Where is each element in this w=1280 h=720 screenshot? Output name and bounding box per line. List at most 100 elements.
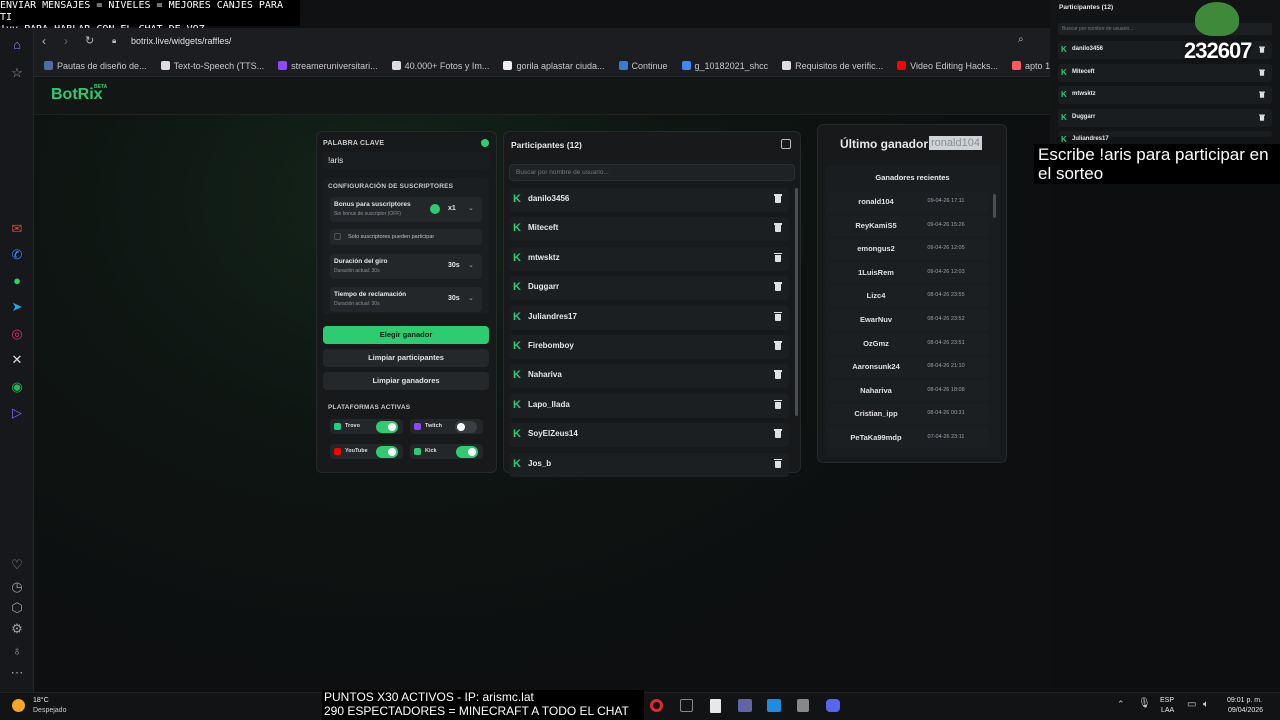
bonus-info-icon[interactable] bbox=[430, 204, 440, 214]
platform-toggle[interactable] bbox=[456, 446, 478, 458]
forward-icon[interactable]: › bbox=[64, 34, 68, 48]
spotify-icon[interactable]: ◉ bbox=[8, 378, 26, 396]
gmail-icon[interactable]: ✉ bbox=[8, 220, 26, 238]
teams-icon[interactable] bbox=[738, 699, 752, 712]
bookmark-item[interactable]: gorila aplastar ciuda... bbox=[503, 61, 605, 71]
monitor-icon[interactable]: ▭ bbox=[1187, 699, 1196, 710]
keyword-input[interactable]: !aris bbox=[323, 152, 489, 169]
platform-toggle[interactable] bbox=[455, 421, 477, 433]
chevron-down-icon[interactable]: ⌄ bbox=[468, 261, 474, 269]
info-icon[interactable] bbox=[481, 139, 489, 147]
platform-toggle[interactable] bbox=[376, 446, 398, 458]
participant-row[interactable]: K Nahariva bbox=[509, 364, 789, 389]
winners-scrollbar[interactable] bbox=[993, 190, 997, 450]
star-icon[interactable]: ☆ bbox=[8, 64, 26, 82]
trash-icon[interactable] bbox=[774, 311, 782, 322]
whatsapp-icon[interactable]: ● bbox=[8, 272, 26, 290]
participants-scrollbar[interactable] bbox=[794, 184, 799, 473]
clear-winners-button[interactable]: Limpiar ganadores bbox=[323, 372, 489, 390]
trash-icon[interactable] bbox=[774, 458, 782, 469]
participant-search-input[interactable]: Buscar por nombre de usuario... bbox=[509, 164, 795, 181]
chevron-down-icon[interactable]: ⌄ bbox=[468, 294, 474, 302]
heart-icon[interactable]: ♡ bbox=[8, 556, 26, 574]
notepad-icon[interactable] bbox=[710, 699, 721, 713]
home-icon[interactable]: ⌂ bbox=[8, 36, 26, 54]
weather-icon[interactable] bbox=[12, 699, 25, 712]
mini-participant-row[interactable]: K Juliandres17 bbox=[1058, 131, 1272, 144]
bookmark-item[interactable]: 40.000+ Fotos y Im... bbox=[391, 61, 489, 71]
spin-select[interactable]: 30s bbox=[448, 262, 460, 269]
trash-icon[interactable] bbox=[774, 429, 782, 439]
lang-code[interactable]: ESP bbox=[1160, 697, 1174, 704]
lang-layout[interactable]: LAA bbox=[1161, 707, 1174, 714]
settings-icon[interactable]: ⚙ bbox=[8, 620, 26, 638]
bulb-icon[interactable]: ♁ bbox=[8, 642, 26, 660]
trash-icon[interactable] bbox=[774, 223, 782, 233]
trash-icon[interactable] bbox=[774, 370, 782, 380]
only-subs-checkbox[interactable] bbox=[334, 233, 341, 240]
box-icon[interactable]: ⬡ bbox=[8, 599, 26, 617]
calculator-icon[interactable] bbox=[680, 699, 693, 712]
more-icon[interactable]: ⋯ bbox=[8, 664, 26, 682]
only-subs-row[interactable]: Solo suscriptores pueden participar bbox=[330, 229, 482, 245]
store-icon[interactable] bbox=[767, 699, 781, 712]
trash-icon[interactable] bbox=[774, 282, 782, 292]
participant-row[interactable]: K Duggarr bbox=[509, 276, 789, 301]
mini-participant-row[interactable]: Kmtwsktz bbox=[1058, 86, 1272, 104]
participant-row[interactable]: K Jos_b bbox=[509, 452, 789, 477]
search-icon[interactable]: ⌕ bbox=[1018, 34, 1024, 45]
bookmark-item[interactable]: Text-to-Speech (TTS... bbox=[160, 61, 264, 71]
clock-time[interactable]: 09:01 p. m. bbox=[1227, 697, 1262, 704]
participant-row[interactable]: K Lapo_llada bbox=[509, 393, 789, 418]
telegram-icon[interactable]: ➤ bbox=[8, 298, 26, 316]
trash-icon[interactable] bbox=[1259, 69, 1265, 76]
bookmark-item[interactable]: streameruniversitari... bbox=[278, 61, 378, 71]
participant-row[interactable]: K Firebomboy bbox=[509, 335, 789, 359]
trash-icon[interactable] bbox=[1259, 91, 1265, 99]
trash-icon[interactable] bbox=[1259, 46, 1265, 54]
bonus-select[interactable]: x1 bbox=[448, 205, 456, 212]
bookmark-item[interactable]: Continue bbox=[618, 61, 668, 71]
participant-row[interactable]: K Juliandres17 bbox=[509, 305, 789, 330]
player-icon[interactable]: ▷ bbox=[8, 404, 26, 422]
bookmark-item[interactable]: apto 1 bbox=[1012, 61, 1050, 71]
trash-icon[interactable] bbox=[774, 399, 782, 410]
url-field[interactable]: botrix.live/widgets/raffles/ bbox=[131, 36, 231, 46]
choose-winner-button[interactable]: Elegir ganador bbox=[323, 326, 489, 344]
x-icon[interactable]: ✕ bbox=[8, 351, 26, 369]
participant-row[interactable]: K SoyElZeus14 bbox=[509, 423, 789, 448]
participant-row[interactable]: Kmtwsktz bbox=[509, 246, 789, 271]
bookmark-item[interactable]: Video Editing Hacks... bbox=[897, 61, 998, 71]
mini-participant-row[interactable]: K Duggarr bbox=[1058, 108, 1272, 127]
clock-date[interactable]: 09/04/2026 bbox=[1228, 707, 1263, 714]
discord-icon[interactable] bbox=[826, 699, 840, 712]
mic-icon[interactable]: 🎙︎ bbox=[1138, 698, 1151, 709]
spin-label: Duración del giro bbox=[334, 258, 388, 265]
instagram-icon[interactable]: ◎ bbox=[8, 325, 26, 343]
app-icon[interactable] bbox=[797, 699, 809, 712]
trash-icon[interactable] bbox=[1259, 114, 1265, 121]
bookmark-item[interactable]: g_10182021_shcc bbox=[681, 61, 768, 71]
clear-participants-button[interactable]: Limpiar participantes bbox=[323, 349, 489, 367]
claim-select[interactable]: 30s bbox=[448, 295, 460, 302]
mini-search-input[interactable]: Buscar por nombre de usuario... bbox=[1058, 23, 1272, 35]
bookmark-item[interactable]: Pautas de diseño de... bbox=[44, 61, 147, 71]
participant-row[interactable]: Kdanilo3456 bbox=[509, 188, 789, 212]
trash-icon[interactable] bbox=[774, 341, 782, 351]
messenger-icon[interactable]: ✆ bbox=[8, 246, 26, 264]
chevron-up-icon[interactable]: ⌃ bbox=[1117, 699, 1125, 710]
participant-row[interactable]: K Miteceft bbox=[509, 217, 789, 242]
platform-toggle[interactable] bbox=[376, 421, 398, 433]
opera-icon[interactable] bbox=[650, 699, 663, 712]
bookmark-item[interactable]: Requisitos de verific... bbox=[782, 61, 883, 71]
copy-icon[interactable] bbox=[781, 139, 791, 149]
reload-icon[interactable]: ↻ bbox=[85, 34, 94, 47]
trash-icon[interactable] bbox=[774, 252, 782, 263]
history-icon[interactable]: ◷ bbox=[8, 578, 26, 596]
chevron-down-icon[interactable]: ⌄ bbox=[468, 204, 474, 212]
mini-participant-row[interactable]: K Miteceft bbox=[1058, 63, 1272, 82]
speaker-icon[interactable]: 🔈︎ bbox=[1203, 699, 1209, 710]
back-icon[interactable]: ‹ bbox=[42, 34, 46, 48]
claim-time-row: Tiempo de reclamación Duración actual: 3… bbox=[330, 287, 482, 312]
trash-icon[interactable] bbox=[774, 194, 782, 204]
